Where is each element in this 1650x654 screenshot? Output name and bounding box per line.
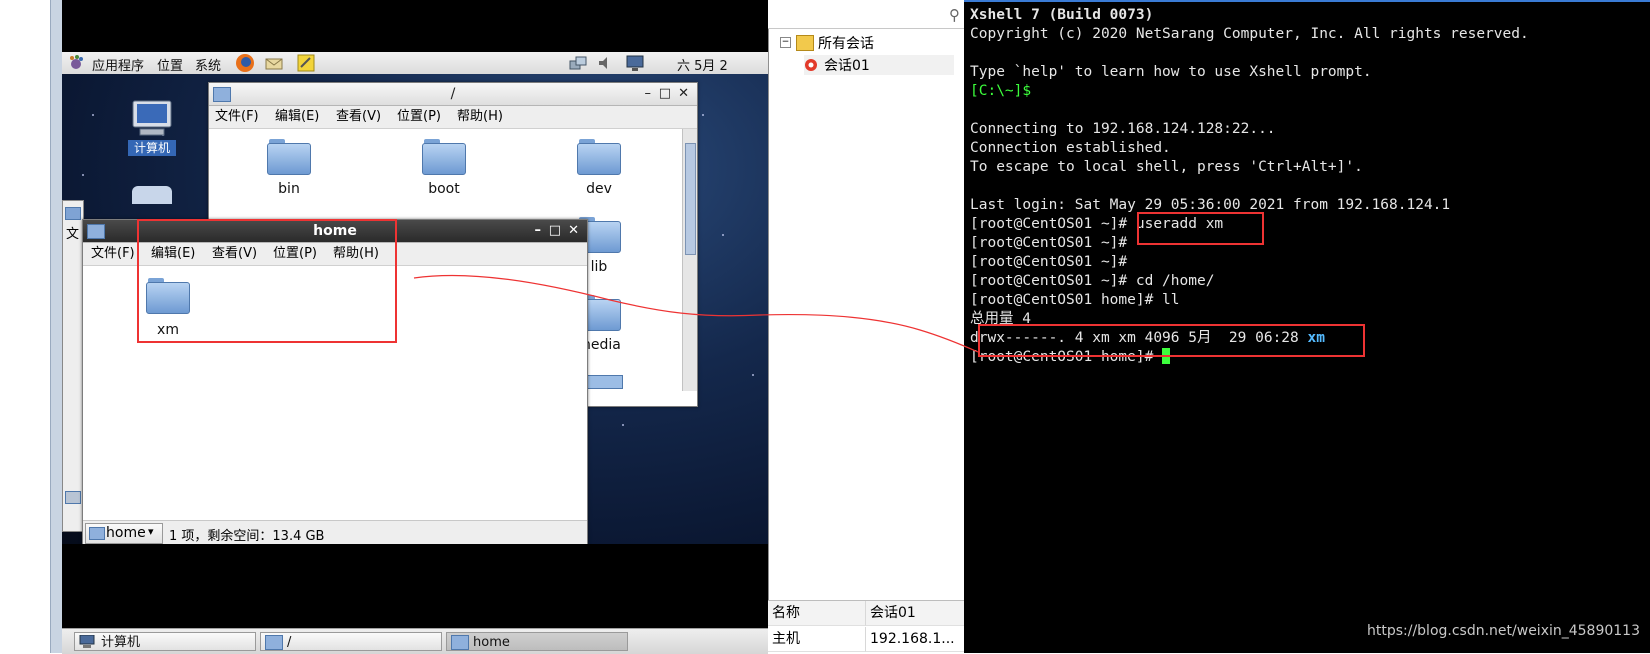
watermark: https://blog.csdn.net/weixin_45890113 — [1366, 623, 1640, 639]
annotation-connector-line — [413, 274, 979, 353]
